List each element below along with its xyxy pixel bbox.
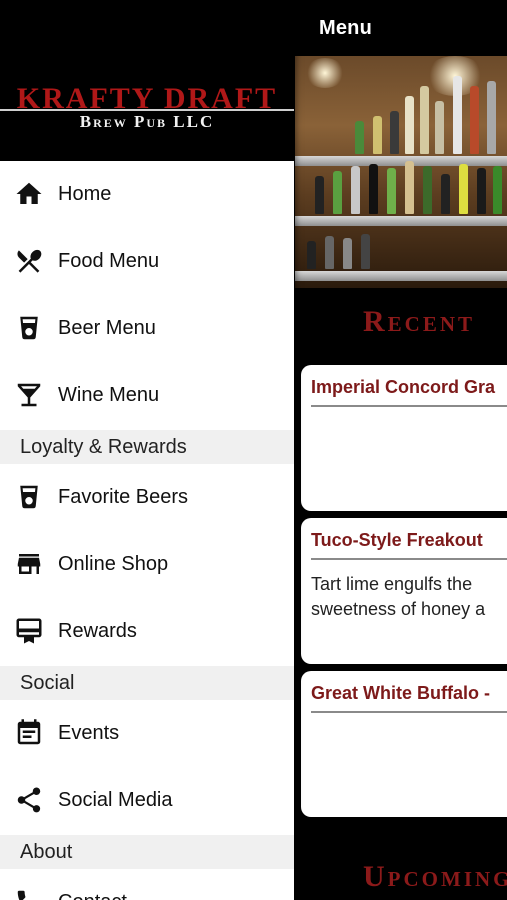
nav-item-favorite-beers[interactable]: Favorite Beers — [0, 467, 294, 527]
beer-glass-icon — [13, 312, 45, 344]
card-title: Imperial Concord Gra — [311, 377, 496, 397]
upcoming-heading: Upcoming — [363, 860, 507, 893]
home-icon — [13, 178, 45, 210]
share-icon — [13, 784, 45, 816]
brand-subtitle: Brew Pub LLC — [79, 112, 215, 131]
section-header-about: About — [0, 835, 294, 869]
section-header-social: Social — [0, 666, 294, 700]
navigation-drawer: KRAFTY DRAFT Brew Pub LLC Home Food Menu… — [0, 0, 294, 900]
nav-item-social-media[interactable]: Social Media — [0, 770, 294, 830]
nav-label: Social Media — [58, 788, 173, 811]
nav-label: Home — [58, 182, 112, 205]
recent-beer-card[interactable]: Great White Buffalo - — [301, 671, 507, 817]
section-header-label: Loyalty & Rewards — [20, 436, 187, 458]
nav-label: Events — [58, 721, 120, 744]
nav-label: Rewards — [58, 619, 137, 642]
nav-item-contact[interactable]: Contact — [0, 872, 294, 900]
nav-item-events[interactable]: Events — [0, 703, 294, 763]
recent-beer-card[interactable]: Tuco-Style Freakout Tart lime engulfs th… — [301, 518, 507, 664]
card-divider — [311, 405, 507, 407]
section-header-loyalty: Loyalty & Rewards — [0, 430, 294, 464]
logo-divider — [0, 109, 294, 111]
card-divider — [311, 558, 507, 560]
nav-item-beer-menu[interactable]: Beer Menu — [0, 298, 294, 358]
nav-item-rewards[interactable]: Rewards — [0, 601, 294, 661]
nav-item-online-shop[interactable]: Online Shop — [0, 534, 294, 594]
card-title: Great White Buffalo - — [311, 683, 490, 703]
page-title: Menu — [319, 17, 373, 39]
nav-label: Contact — [58, 891, 127, 900]
nav-item-food-menu[interactable]: Food Menu — [0, 231, 294, 291]
nav-item-home[interactable]: Home — [0, 164, 294, 224]
recent-beer-card[interactable]: Imperial Concord Gra — [301, 365, 507, 511]
nav-label: Favorite Beers — [58, 485, 189, 508]
card-title: Tuco-Style Freakout — [311, 530, 483, 550]
section-header-label: About — [20, 841, 73, 863]
fork-knife-icon — [13, 245, 45, 277]
recent-heading: Recent — [363, 305, 476, 338]
nav-label: Beer Menu — [58, 316, 156, 339]
beer-glass-icon — [13, 481, 45, 513]
nav-label: Wine Menu — [58, 383, 160, 406]
card-divider — [311, 711, 507, 713]
hero-image-beer-taps — [295, 56, 507, 288]
card-icon — [13, 615, 45, 647]
nav-label: Food Menu — [58, 249, 160, 272]
phone-icon — [13, 886, 45, 900]
drawer-header: KRAFTY DRAFT Brew Pub LLC — [0, 0, 294, 161]
nav-label: Online Shop — [58, 552, 169, 575]
section-header-label: Social — [20, 672, 75, 694]
martini-glass-icon — [13, 379, 45, 411]
storefront-icon — [13, 548, 45, 580]
card-description: Tart lime engulfs the sweetness of honey… — [311, 574, 486, 619]
nav-item-wine-menu[interactable]: Wine Menu — [0, 365, 294, 425]
calendar-icon — [13, 717, 45, 749]
